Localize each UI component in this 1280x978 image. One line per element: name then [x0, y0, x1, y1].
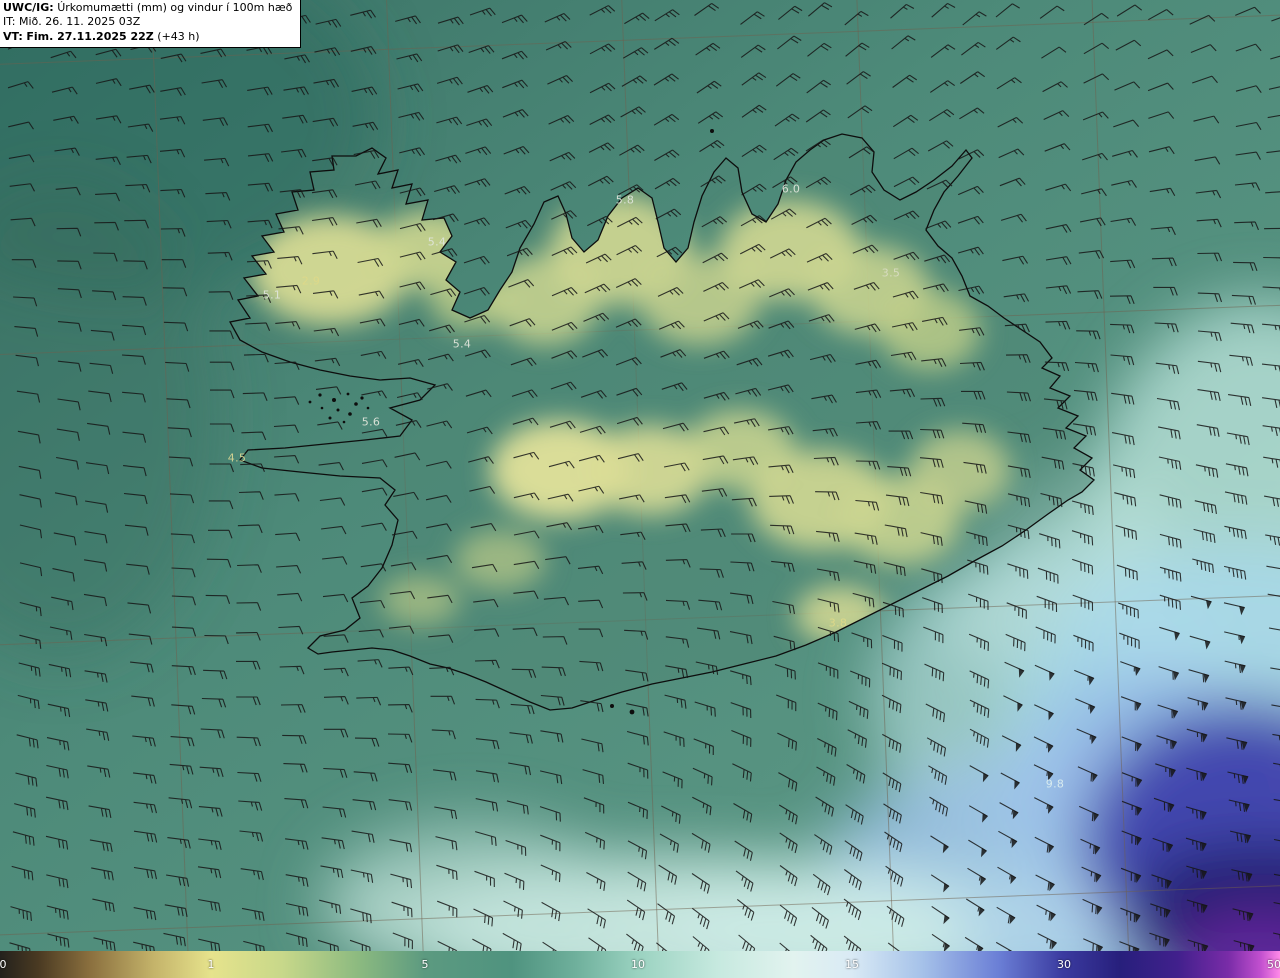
- weather-chart-page: 5.8 6.0 5.4 3.5 2.9 5.1 5.4 5.6 4.5 3.8 9.8 UWC/IG…: [0, 0, 1280, 978]
- header-title-line: UWC/IG: Úrkomumætti (mm) og vindur í 100…: [3, 1, 292, 15]
- init-time-line: IT: Mið. 26. 11. 2025 03Z: [3, 15, 292, 29]
- colorbar-tick-labels: 0 1 5 10 15 30 50: [0, 951, 1280, 978]
- colorbar-tick: 5: [421, 958, 429, 971]
- precip-colorbar: 0 1 5 10 15 30 50: [0, 951, 1280, 978]
- colorbar-tick: 0: [0, 958, 7, 971]
- colorbar-tick: 30: [1057, 958, 1071, 971]
- model-label: UWC/IG:: [3, 1, 54, 14]
- map-area: 5.8 6.0 5.4 3.5 2.9 5.1 5.4 5.6 4.5 3.8 9.8: [0, 0, 1280, 951]
- init-time: Mið. 26. 11. 2025 03Z: [18, 15, 141, 29]
- valid-label: VT:: [3, 29, 23, 43]
- valid-time: Fim. 27.11.2025 22Z: [26, 29, 154, 43]
- forecast-header: UWC/IG: Úrkomumætti (mm) og vindur í 100…: [0, 0, 302, 48]
- valid-time-line: VT: Fim. 27.11.2025 22Z (+43 h): [3, 30, 292, 44]
- chart-title: Úrkomumætti (mm) og vindur í 100m hæð: [57, 1, 293, 14]
- valid-offset: (+43 h): [157, 29, 200, 43]
- colorbar-tick: 1: [207, 958, 215, 971]
- colorbar-tick: 10: [631, 958, 645, 971]
- colorbar-tick: 15: [845, 958, 859, 971]
- colorbar-tick: 50: [1267, 958, 1280, 971]
- weather-map-canvas: [0, 0, 1280, 951]
- init-label: IT:: [3, 15, 16, 29]
